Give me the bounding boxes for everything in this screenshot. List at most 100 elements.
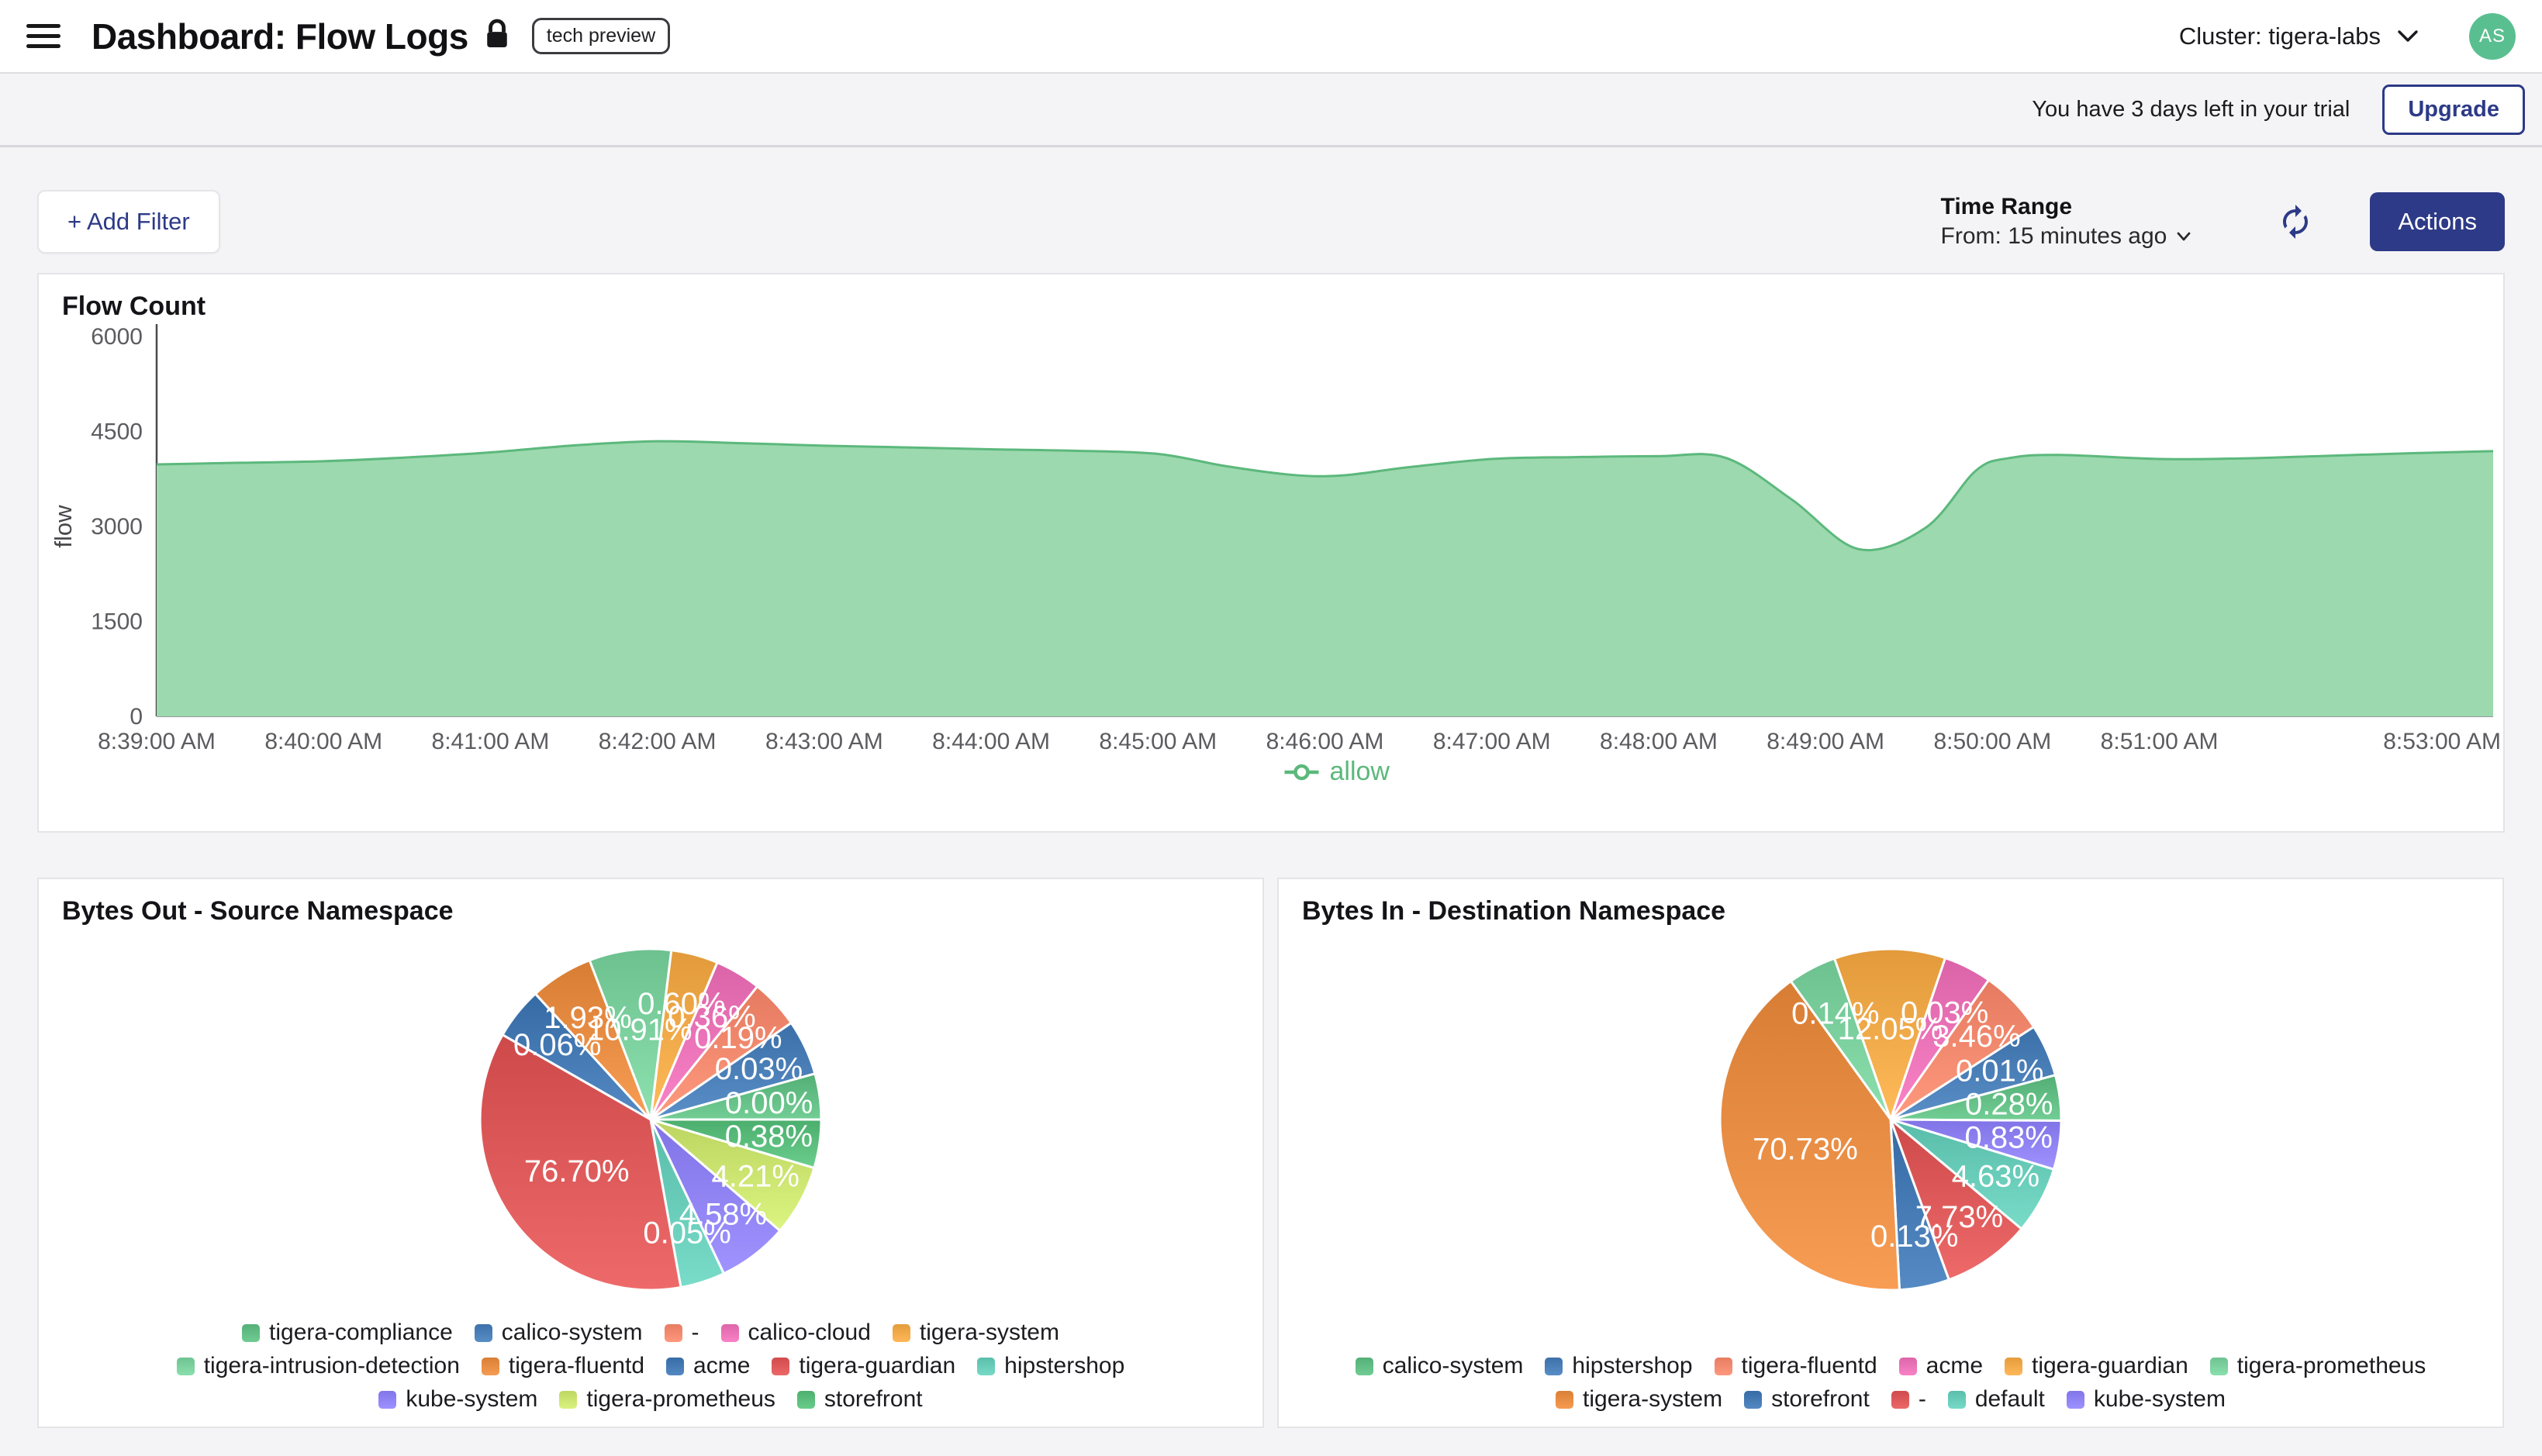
legend-item-tigera-system[interactable]: tigera-system	[1556, 1386, 1722, 1413]
legend-item-tigera-fluentd[interactable]: tigera-fluentd	[1715, 1353, 1877, 1379]
bytes-out-title: Bytes Out - Source Namespace	[62, 896, 454, 926]
x-tick-label: 8:48:00 AM	[1600, 729, 1718, 754]
legend-label: hipstershop	[1572, 1353, 1692, 1379]
bytes-out-pie-chart[interactable]: 10.91%0.60%0.36%0.19%0.03%0.00%0.38%4.21…	[39, 879, 1262, 1298]
legend-item-default[interactable]: default	[1948, 1386, 2045, 1413]
legend-row: tigera-compliance calico-system -calico-cl…	[39, 1320, 1262, 1346]
legend-swatch	[797, 1391, 815, 1409]
legend-label: tigera-intrusion-detection	[204, 1353, 460, 1379]
area-fill	[157, 441, 2493, 716]
pie-slice-percent-label: 4.63%	[1952, 1159, 2039, 1193]
legend-label: tigera-system	[920, 1320, 1059, 1346]
lock-icon	[484, 19, 510, 53]
bytes-in-pie-chart[interactable]: 0.14%12.05%0.03%3.46%0.01%0.28%0.83%4.63…	[1279, 879, 2502, 1298]
legend-label: -	[692, 1320, 699, 1346]
app-header: Dashboard: Flow Logs tech preview Cluste…	[0, 0, 2542, 74]
pie-slice-percent-label: 0.19%	[694, 1021, 782, 1055]
legend-item-hipstershop[interactable]: hipstershop	[1545, 1353, 1692, 1379]
legend-label: tigera-fluentd	[1742, 1353, 1877, 1379]
pie-slice-percent-label: 0.00%	[725, 1086, 813, 1120]
legend-item-calico-system[interactable]: calico-system	[475, 1320, 643, 1346]
legend-item-tigera-system[interactable]: tigera-system	[893, 1320, 1059, 1346]
flow-count-title: Flow Count	[62, 292, 206, 322]
add-filter-button[interactable]: + Add Filter	[37, 190, 220, 254]
x-tick-label: 8:53:00 AM	[2383, 729, 2501, 754]
legend-item--[interactable]: -	[1891, 1386, 1926, 1413]
legend-item-kube-system[interactable]: kube-system	[2067, 1386, 2226, 1413]
x-tick-label: 8:47:00 AM	[1433, 729, 1551, 754]
legend-item-tigera-guardian[interactable]: tigera-guardian	[2005, 1353, 2188, 1379]
flow-count-card: Flow Count 01500300045006000flow8:39:00 …	[37, 273, 2505, 833]
legend-swatch	[177, 1358, 195, 1375]
pie-slice-percent-label: 3.46%	[1932, 1020, 2020, 1054]
flow-area-chart[interactable]: 01500300045006000flow8:39:00 AM8:40:00 A…	[39, 274, 2503, 831]
legend-item-hipstershop[interactable]: hipstershop	[977, 1353, 1124, 1379]
legend-swatch	[772, 1358, 789, 1375]
legend-swatch	[1545, 1358, 1563, 1375]
legend-item-acme[interactable]: acme	[666, 1353, 750, 1379]
bytes-out-legend: tigera-compliance calico-system -calico-cl…	[39, 1320, 1262, 1413]
time-range-label: Time Range	[1941, 194, 2192, 220]
menu-icon[interactable]	[26, 24, 60, 48]
x-tick-label: 8:39:00 AM	[98, 729, 216, 754]
bytes-out-card: Bytes Out - Source Namespace 10.91%0.60%…	[37, 878, 1264, 1428]
x-tick-label: 8:50:00 AM	[1933, 729, 2051, 754]
legend-swatch	[977, 1358, 995, 1375]
tech-preview-badge: tech preview	[532, 18, 670, 54]
y-tick-label: 6000	[91, 324, 143, 350]
legend-swatch	[1356, 1358, 1373, 1375]
legend-swatch	[721, 1324, 739, 1342]
pie-slice-percent-label: 0.28%	[1965, 1087, 2053, 1121]
legend-swatch	[1891, 1391, 1909, 1409]
flow-chart-legend-item[interactable]: allow	[1285, 757, 1390, 786]
x-tick-label: 8:49:00 AM	[1767, 729, 1884, 754]
pie-slice-percent-label: 70.73%	[1753, 1133, 1858, 1167]
legend-swatch	[1899, 1358, 1917, 1375]
legend-item-storefront[interactable]: storefront	[1744, 1386, 1870, 1413]
y-tick-label: 4500	[91, 419, 143, 445]
filter-toolbar: + Add Filter Time Range From: 15 minutes…	[37, 190, 2505, 254]
legend-item-calico-system[interactable]: calico-system	[1356, 1353, 1524, 1379]
time-range-value[interactable]: From: 15 minutes ago	[1941, 223, 2192, 250]
legend-label: allow	[1330, 757, 1390, 786]
legend-label: tigera-guardian	[799, 1353, 955, 1379]
pie-slice-percent-label: 4.21%	[711, 1160, 799, 1194]
legend-item-tigera-fluentd[interactable]: tigera-fluentd	[482, 1353, 644, 1379]
legend-item-kube-system[interactable]: kube-system	[378, 1386, 537, 1413]
legend-swatch	[2210, 1358, 2228, 1375]
actions-button[interactable]: Actions	[2370, 192, 2505, 251]
legend-row: tigera-system storefront-default kube-syst…	[1279, 1386, 2502, 1413]
y-tick-label: 3000	[91, 514, 143, 540]
legend-item-acme[interactable]: acme	[1899, 1353, 1983, 1379]
pie-slice-percent-label: 0.38%	[725, 1120, 813, 1154]
legend-item-tigera-intrusion-detection[interactable]: tigera-intrusion-detection	[177, 1353, 460, 1379]
legend-swatch	[378, 1391, 396, 1409]
legend-swatch	[893, 1324, 910, 1342]
chevron-down-icon	[2396, 29, 2419, 44]
legend-item-tigera-prometheus[interactable]: tigera-prometheus	[2210, 1353, 2426, 1379]
avatar[interactable]: AS	[2469, 13, 2516, 60]
legend-item-storefront[interactable]: storefront	[797, 1386, 923, 1413]
legend-label: tigera-prometheus	[586, 1386, 775, 1413]
legend-item-tigera-prometheus[interactable]: tigera-prometheus	[559, 1386, 775, 1413]
legend-swatch	[666, 1358, 684, 1375]
legend-label: storefront	[1771, 1386, 1870, 1413]
page-title: Dashboard: Flow Logs	[92, 16, 468, 57]
legend-label: calico-system	[502, 1320, 643, 1346]
legend-label: acme	[693, 1353, 750, 1379]
y-tick-label: 0	[130, 704, 143, 730]
refresh-icon[interactable]	[2277, 203, 2314, 240]
legend-item-tigera-compliance[interactable]: tigera-compliance	[242, 1320, 453, 1346]
y-tick-label: 1500	[91, 609, 143, 635]
legend-label: tigera-prometheus	[2237, 1353, 2426, 1379]
chevron-down-icon	[2176, 231, 2191, 242]
legend-item-calico-cloud[interactable]: calico-cloud	[721, 1320, 871, 1346]
legend-swatch	[1948, 1391, 1966, 1409]
upgrade-button[interactable]: Upgrade	[2382, 85, 2525, 135]
legend-item-tigera-guardian[interactable]: tigera-guardian	[772, 1353, 955, 1379]
legend-swatch	[1715, 1358, 1732, 1375]
legend-line-icon	[1296, 766, 1308, 778]
x-tick-label: 8:41:00 AM	[432, 729, 550, 754]
cluster-selector[interactable]: Cluster: tigera-labs	[2179, 22, 2419, 50]
legend-item--[interactable]: -	[665, 1320, 699, 1346]
